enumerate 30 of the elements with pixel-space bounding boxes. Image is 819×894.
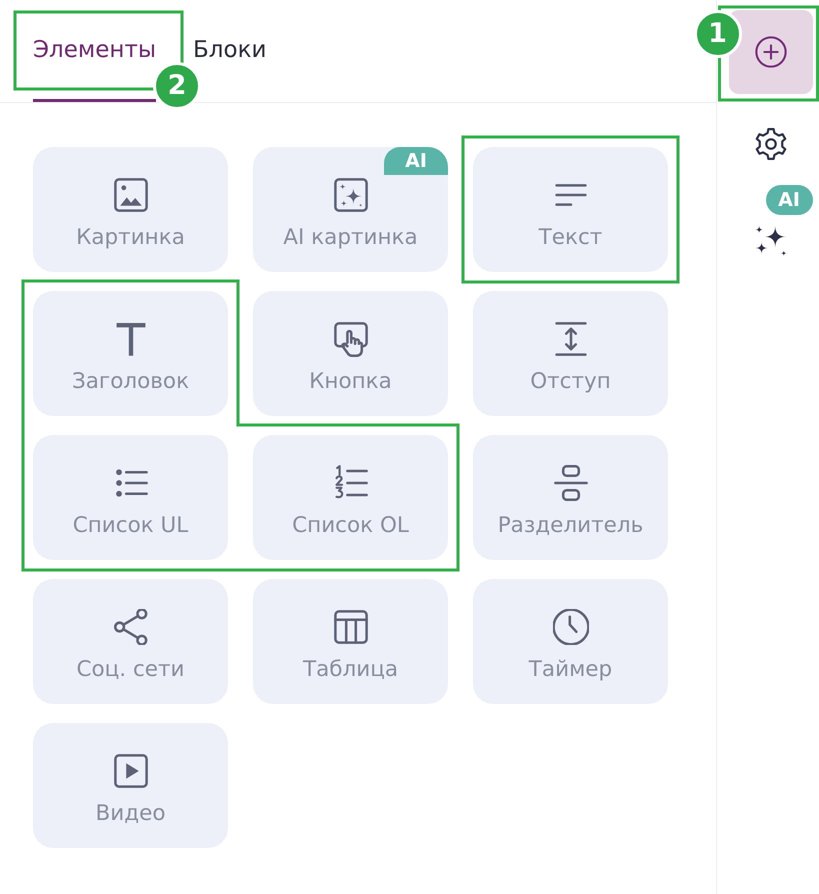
add-button[interactable] [728,10,812,94]
ai-badge: AI [384,147,448,175]
element-button[interactable]: Таблица [253,579,448,704]
clock-icon [552,609,588,645]
image-icon [112,177,148,213]
ai-badge: AI [766,185,812,215]
ai-button[interactable]: AI [728,180,812,264]
element-button[interactable]: Картинка [33,147,228,272]
element-button[interactable]: Отступ [473,291,668,416]
element-button[interactable]: Видео [33,723,228,848]
element-button[interactable]: AI AI картинка [253,147,448,272]
vertical-spacing-icon [552,321,588,357]
plus-circle-icon [754,35,788,69]
divider-icon [552,465,588,501]
sparkle-image-icon [332,177,368,213]
element-button[interactable]: Текст [473,147,668,272]
sparkles-icon [754,223,788,257]
share-icon [112,609,148,645]
pointer-hand-icon [332,321,368,357]
element-button[interactable]: Список UL [33,435,228,560]
element-button[interactable]: Список OL [253,435,448,560]
element-button[interactable]: Соц. сети [33,579,228,704]
table-icon [332,609,368,645]
element-button[interactable]: Кнопка [253,291,448,416]
settings-icon [754,127,788,161]
element-button[interactable]: Разделитель [473,435,668,560]
element-button[interactable]: Таймер [473,579,668,704]
element-button[interactable]: Заголовок [33,291,228,416]
play-square-icon [112,753,148,789]
numbered-list-icon [332,465,368,501]
